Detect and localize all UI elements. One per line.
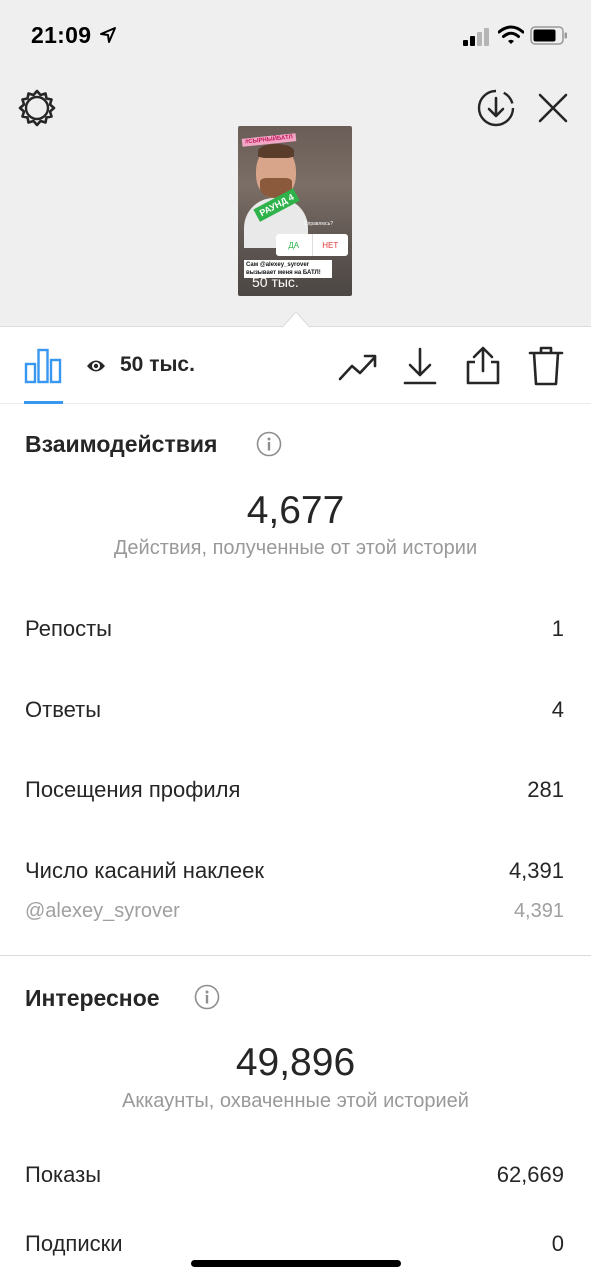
close-icon[interactable]	[534, 89, 572, 127]
views-count: 50 тыс.	[120, 353, 195, 376]
discovery-subtitle: Аккаунты, охваченные этой историей	[122, 1090, 469, 1112]
mention-sticker-label: @alexey_syrover	[25, 900, 180, 922]
sticker-taps-value: 4,391	[508, 858, 564, 883]
mention-sticker-value: 4,391	[513, 900, 564, 922]
story-thumbnail[interactable]: #СЫРНЫЙБАТЛ РАУНД 4 Справлюсь? ДА НЕТ Са…	[238, 126, 352, 296]
discovery-info-icon[interactable]	[194, 984, 220, 1010]
interactions-info-icon[interactable]	[256, 431, 282, 457]
story-person-hair	[258, 144, 294, 158]
sticker-taps-label: Число касаний наклеек	[25, 858, 264, 883]
download-circle-icon[interactable]	[476, 88, 516, 128]
status-bar: 21:09	[0, 0, 591, 72]
impressions-label: Показы	[25, 1162, 102, 1187]
story-preview-area: 21:09 #СЫРНЫЙБАТЛ РАУНД 4 Справлюсь? ДА …	[0, 0, 591, 327]
insights-bar-chart-icon[interactable]	[24, 348, 62, 384]
interactions-total: 4,677	[246, 489, 345, 532]
profile-visits-label: Посещения профиля	[25, 777, 241, 802]
replies-value: 4	[551, 697, 564, 722]
story-views-overlay: 50 тыс.	[252, 274, 299, 290]
interactions-subtitle: Действия, полученные от этой истории	[113, 537, 478, 559]
location-arrow-icon	[100, 27, 116, 43]
story-poll-question: Справлюсь?	[304, 221, 333, 227]
battery-icon	[530, 26, 567, 45]
follows-value: 0	[551, 1231, 564, 1256]
trash-icon[interactable]	[528, 345, 564, 387]
impressions-value: 62,669	[496, 1162, 564, 1187]
replies-label: Ответы	[25, 697, 102, 722]
discovery-title: Интересное	[25, 985, 160, 1011]
section-divider	[0, 955, 591, 956]
reposts-value: 1	[551, 616, 564, 641]
share-icon[interactable]	[464, 344, 502, 386]
discovery-total: 49,896	[235, 1041, 356, 1084]
poll-option-no: НЕТ	[322, 240, 339, 250]
thumbnail-caret	[282, 311, 310, 328]
profile-visits-value: 281	[527, 777, 564, 802]
interactions-title: Взаимодействия	[25, 431, 218, 457]
settings-gear-icon[interactable]	[17, 88, 57, 128]
poll-option-yes: ДА	[276, 234, 313, 256]
home-indicator[interactable]	[191, 1260, 401, 1267]
reposts-label: Репосты	[25, 616, 112, 641]
wifi-icon	[498, 25, 524, 44]
cellular-signal-icon	[463, 28, 489, 46]
download-icon[interactable]	[402, 346, 438, 386]
trending-up-icon[interactable]	[338, 350, 378, 384]
story-action-bar: 50 тыс.	[0, 328, 591, 404]
status-time: 21:09	[31, 22, 92, 48]
story-poll-sticker: ДА НЕТ	[276, 234, 348, 256]
eye-icon	[87, 360, 105, 372]
follows-label: Подписки	[25, 1231, 123, 1256]
active-tab-indicator	[24, 401, 63, 404]
